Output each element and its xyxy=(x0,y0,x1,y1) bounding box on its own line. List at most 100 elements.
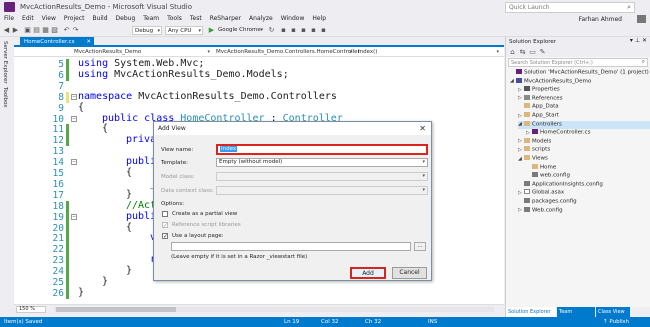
tree-item[interactable]: ▷ Models xyxy=(518,137,650,146)
pin-icon[interactable]: ▾ ⊥ ✕ xyxy=(630,38,647,44)
code-line[interactable]: namespace MvcActionResults_Demo.Controll… xyxy=(78,91,337,102)
undo-icon[interactable]: ↶ xyxy=(63,27,70,34)
server-explorer-tab[interactable]: Server Explorer xyxy=(2,41,8,84)
menu-item-window[interactable]: Window xyxy=(277,14,309,23)
tree-item[interactable]: web.config xyxy=(526,172,650,180)
tree-item[interactable]: Home xyxy=(526,163,650,172)
menu-item-tools[interactable]: Tools xyxy=(163,14,186,23)
zoom-dropdown[interactable]: 150 % xyxy=(16,306,46,313)
add-button[interactable]: Add xyxy=(350,267,386,279)
quick-launch-input[interactable]: Quick Launch ⌕ xyxy=(505,2,635,13)
properties-icon[interactable]: ✎ xyxy=(539,49,546,56)
redo-icon[interactable]: ↷ xyxy=(72,27,79,34)
collapse-icon[interactable]: ▭ xyxy=(529,49,536,56)
tree-item[interactable]: ◢ Controllers xyxy=(518,120,650,129)
new-project-icon[interactable]: ▣ xyxy=(24,27,31,34)
collapse-icon[interactable]: − xyxy=(71,159,77,166)
tree-item[interactable]: ▷ scripts xyxy=(518,146,650,154)
menu-item-view[interactable]: View xyxy=(38,14,60,23)
menu-item-edit[interactable]: Edit xyxy=(18,14,38,23)
project-nav-dropdown[interactable]: MvcActionResults_Demo ▾ xyxy=(72,48,212,56)
model-class-select[interactable]: ▾ xyxy=(216,172,428,181)
use-layout-checkbox[interactable]: ✓ xyxy=(162,233,168,240)
code-line[interactable]: } xyxy=(102,276,108,287)
close-icon[interactable]: ✕ xyxy=(419,124,426,133)
toolbar-extra-icon[interactable]: ▪ xyxy=(310,27,317,34)
view-name-field[interactable]: Index xyxy=(216,144,428,155)
back-icon[interactable]: ◀ xyxy=(3,27,10,34)
home-icon[interactable]: ⌂ xyxy=(509,49,516,56)
avatar[interactable] xyxy=(637,15,646,23)
publish-button[interactable]: ↑ Publish xyxy=(603,319,629,325)
tab-class-view[interactable]: Class View xyxy=(596,307,630,317)
line-number: 12 xyxy=(52,135,64,147)
user-name[interactable]: Farhan Ahmed xyxy=(579,16,622,23)
scrollbar-thumb[interactable] xyxy=(56,307,176,312)
menu-item-debug[interactable]: Debug xyxy=(112,14,140,23)
tree-item[interactable]: ▷ App_Start xyxy=(518,112,650,120)
code-line[interactable]: { xyxy=(126,222,132,233)
code-line[interactable]: using System.Web.Mvc; xyxy=(78,58,204,69)
code-line[interactable]: } xyxy=(126,189,132,200)
horizontal-scrollbar[interactable] xyxy=(54,307,494,312)
data-context-select[interactable]: ▾ xyxy=(216,186,428,195)
solution-config-dropdown[interactable]: Debug ▾ xyxy=(132,26,162,35)
tree-item[interactable]: App_Data xyxy=(518,103,650,111)
tree-item[interactable]: ▷ Properties xyxy=(518,86,650,94)
code-line[interactable]: { xyxy=(102,123,108,134)
code-line[interactable]: } xyxy=(126,265,132,276)
layout-path-field[interactable] xyxy=(171,242,411,251)
tab-team-explorer[interactable]: Team Explorer xyxy=(557,307,595,325)
cancel-button[interactable]: Cancel xyxy=(392,267,427,279)
toolbar-extra-icon[interactable]: ▪ xyxy=(300,27,307,34)
tree-item[interactable]: ◢ MvcActionResults_Demo xyxy=(510,77,650,86)
toolbar-extra-icon[interactable]: ▪ xyxy=(290,27,297,34)
tree-item[interactable]: packages.config xyxy=(518,198,650,206)
tree-item[interactable]: ◢ Views xyxy=(518,155,650,163)
sync-icon[interactable]: ⇆ xyxy=(519,49,526,56)
browse-button[interactable]: ... xyxy=(414,242,426,251)
tab-homecontroller[interactable]: HomeController.cs ✕ xyxy=(20,37,94,47)
menu-item-analyze[interactable]: Analyze xyxy=(245,14,277,23)
reference-scripts-checkbox[interactable]: ✓ xyxy=(162,222,168,229)
close-icon[interactable]: ✕ xyxy=(86,39,91,45)
collapse-icon[interactable]: − xyxy=(71,115,77,122)
menu-item-build[interactable]: Build xyxy=(88,14,111,23)
tree-item[interactable]: ▷ References xyxy=(518,94,650,103)
line-number: 17 xyxy=(52,189,64,201)
menu-item-project[interactable]: Project xyxy=(60,14,89,23)
save-all-icon[interactable]: ▧ xyxy=(51,27,58,34)
save-icon[interactable]: ▦ xyxy=(42,27,49,34)
run-target-button[interactable]: Google Chrome ▾ xyxy=(216,26,264,35)
class-nav-dropdown[interactable]: MvcActionResults_Demo.Controllers.HomeCo… xyxy=(214,48,360,56)
partial-view-checkbox[interactable] xyxy=(162,211,168,217)
run-icon[interactable]: ▶ xyxy=(208,27,215,34)
open-icon[interactable]: ▤ xyxy=(33,27,40,34)
menu-item-test[interactable]: Test xyxy=(186,14,206,23)
menu-item-file[interactable]: File xyxy=(0,14,18,23)
toolbar-extra-icon[interactable]: ▪ xyxy=(320,27,327,34)
menu-item-help[interactable]: Help xyxy=(308,14,330,23)
template-select[interactable]: Empty (without model) ▾ xyxy=(216,158,428,167)
member-nav-dropdown[interactable]: Index() ▾ xyxy=(356,48,501,56)
code-line[interactable]: { xyxy=(126,167,132,178)
tree-item[interactable]: ▷ HomeController.cs xyxy=(526,129,650,137)
platform-dropdown[interactable]: Any CPU ▾ xyxy=(165,26,203,35)
refresh-icon[interactable]: ↻ xyxy=(268,27,275,34)
code-line[interactable]: { xyxy=(78,102,84,113)
tree-item[interactable]: Solution 'MvcActionResults_Demo' (1 proj… xyxy=(510,69,650,77)
menu-item-team[interactable]: Team xyxy=(139,14,163,23)
code-line[interactable]: using MvcActionResults_Demo.Models; xyxy=(78,69,289,80)
collapse-icon[interactable]: − xyxy=(71,213,77,220)
toolbar-extra-icon[interactable]: ▪ xyxy=(280,27,287,34)
collapse-icon[interactable]: − xyxy=(71,93,77,100)
tree-item[interactable]: ▷ Global.asax xyxy=(518,189,650,197)
menu-item-resharper[interactable]: ReSharper xyxy=(206,14,245,23)
toolbox-tab[interactable]: Toolbox xyxy=(2,87,8,108)
solution-search-input[interactable]: Search Solution Explorer (Ctrl+;) ⌕ xyxy=(508,58,648,67)
tree-item[interactable]: ApplicationInsights.config xyxy=(518,180,650,189)
forward-icon[interactable]: ▶ xyxy=(12,27,19,34)
tree-item[interactable]: ▷ Web.config xyxy=(518,206,650,215)
tab-solution-explorer[interactable]: Solution Explorer xyxy=(506,307,556,317)
code-line[interactable]: } xyxy=(78,287,84,298)
